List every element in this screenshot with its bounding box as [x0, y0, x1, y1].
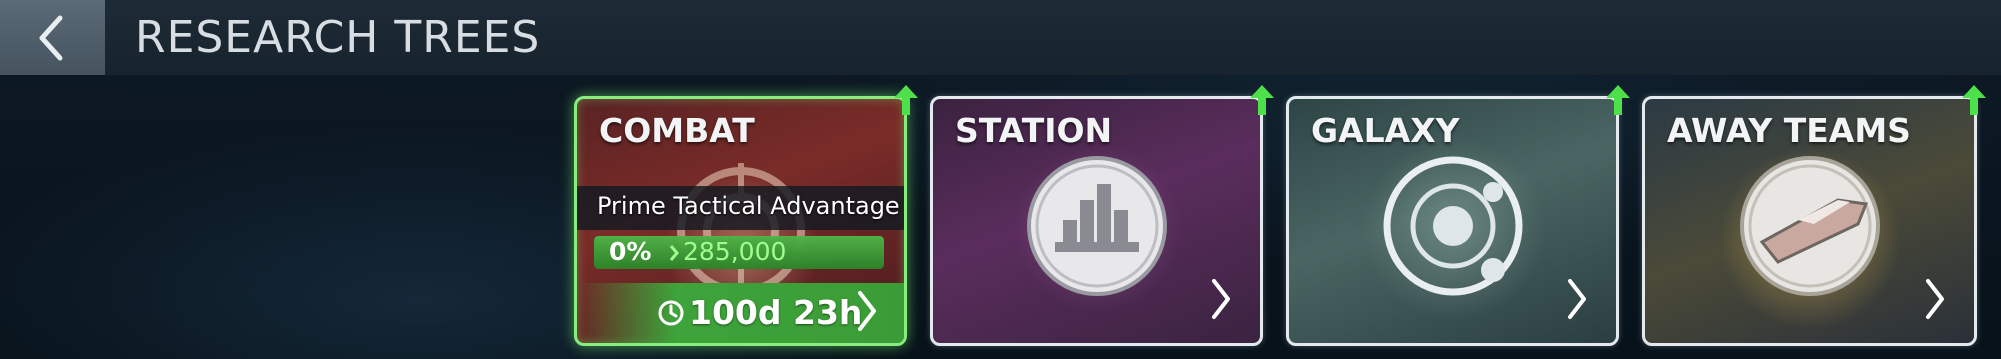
chevron-left-icon: [39, 15, 63, 61]
chevron-right-icon: [858, 291, 876, 331]
top-bar: RESEARCH TREES: [0, 0, 2001, 75]
chevron-right-icon: [1568, 279, 1586, 319]
back-button[interactable]: [0, 0, 105, 75]
card-title: STATION: [955, 111, 1113, 150]
card-title: COMBAT: [599, 111, 755, 150]
clock-icon: [658, 300, 684, 326]
research-card-galaxy[interactable]: GALAXY: [1286, 96, 1619, 346]
research-card-station[interactable]: STATION: [930, 96, 1263, 346]
planet-orbit-icon: [1383, 156, 1522, 296]
research-name: Prime Tactical Advantage: [597, 192, 900, 220]
upgrade-arrow-icon: [894, 85, 918, 115]
upgrade-arrow-icon: [1962, 85, 1986, 115]
chevron-right-icon: [669, 245, 679, 261]
page-title: RESEARCH TREES: [135, 12, 541, 63]
research-cost: 285,000: [683, 237, 787, 266]
card-title: AWAY TEAMS: [1667, 111, 1911, 150]
chevron-right-icon: [1926, 279, 1944, 319]
shuttle-icon: [1739, 156, 1880, 296]
research-card-combat[interactable]: COMBAT Prime Tactical Advantage 0% 285,0…: [574, 96, 907, 346]
progress-percent: 0%: [609, 237, 652, 266]
research-card-away-teams[interactable]: AWAY TEAMS: [1642, 96, 1977, 346]
upgrade-arrow-icon: [1606, 85, 1630, 115]
card-title: GALAXY: [1311, 111, 1460, 150]
chevron-right-icon: [1212, 279, 1230, 319]
upgrade-arrow-icon: [1250, 85, 1274, 115]
time-remaining: 100d 23h: [689, 293, 863, 332]
crosshair-icon: [676, 163, 805, 299]
city-buildings-icon: [1026, 156, 1167, 296]
